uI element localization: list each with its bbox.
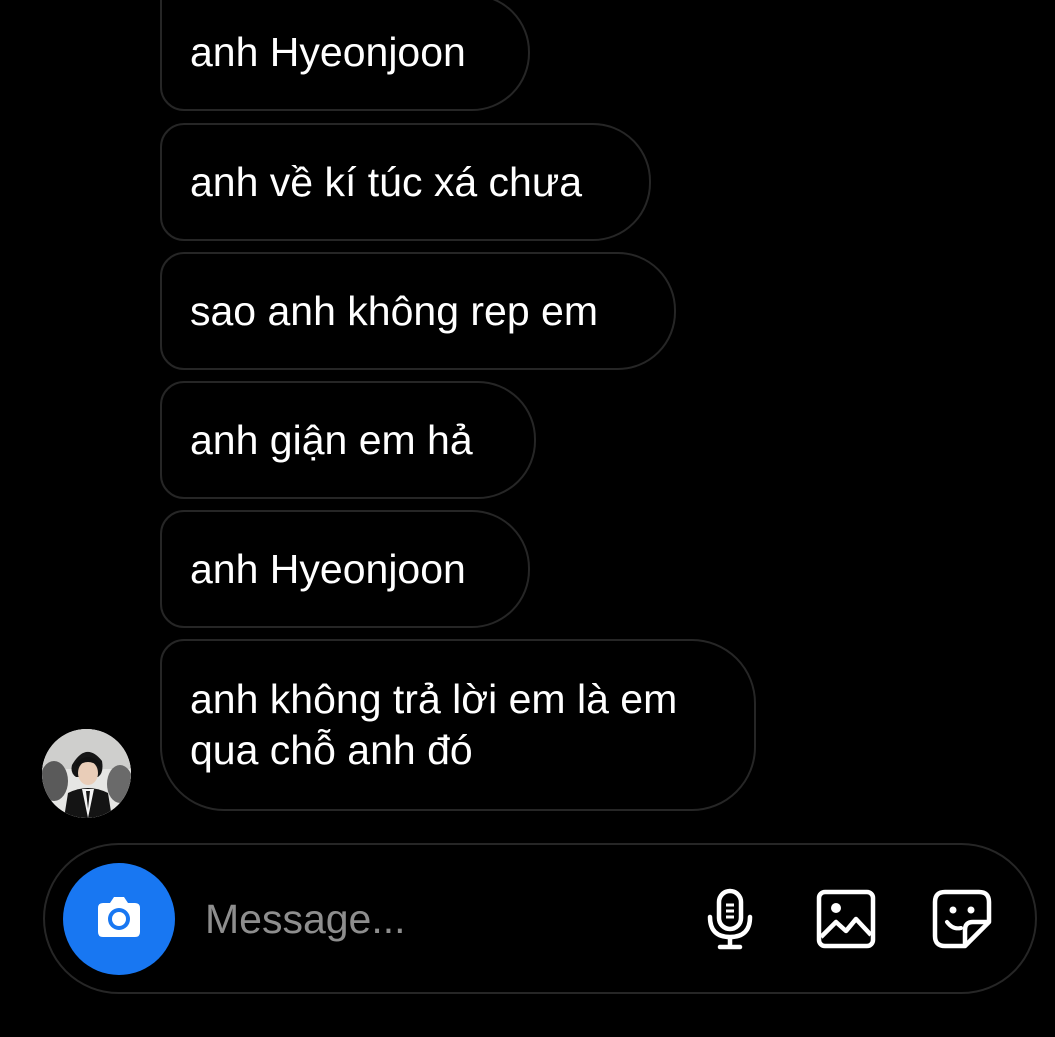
message-bubble[interactable]: anh về kí túc xá chưa [160, 123, 651, 241]
message-text: anh không trả lời em là em qua chỗ anh đ… [190, 676, 678, 773]
message-text: sao anh không rep em [190, 287, 598, 334]
message-text: anh giận em hả [190, 416, 473, 463]
sticker-icon [932, 889, 992, 949]
image-icon [816, 889, 876, 949]
message-thread: anh Hyeonjoon anh về kí túc xá chưa sao … [0, 0, 1055, 830]
microphone-button[interactable] [694, 883, 766, 955]
gallery-button[interactable] [810, 883, 882, 955]
avatar[interactable] [42, 729, 131, 818]
message-text: anh Hyeonjoon [190, 545, 466, 592]
sticker-button[interactable] [926, 883, 998, 955]
message-text: anh về kí túc xá chưa [190, 158, 583, 205]
message-input[interactable] [205, 888, 665, 950]
message-bubble[interactable]: anh giận em hả [160, 381, 536, 499]
message-bubble[interactable]: anh Hyeonjoon [160, 510, 530, 628]
message-bubble[interactable]: sao anh không rep em [160, 252, 676, 370]
camera-icon [98, 897, 140, 937]
camera-button[interactable] [63, 863, 175, 975]
message-bubble[interactable]: anh không trả lời em là em qua chỗ anh đ… [160, 639, 756, 811]
profile-photo [42, 729, 131, 818]
message-composer [43, 843, 1037, 994]
message-bubble[interactable]: anh Hyeonjoon [160, 0, 530, 111]
microphone-icon [707, 888, 753, 950]
message-text: anh Hyeonjoon [190, 29, 466, 75]
